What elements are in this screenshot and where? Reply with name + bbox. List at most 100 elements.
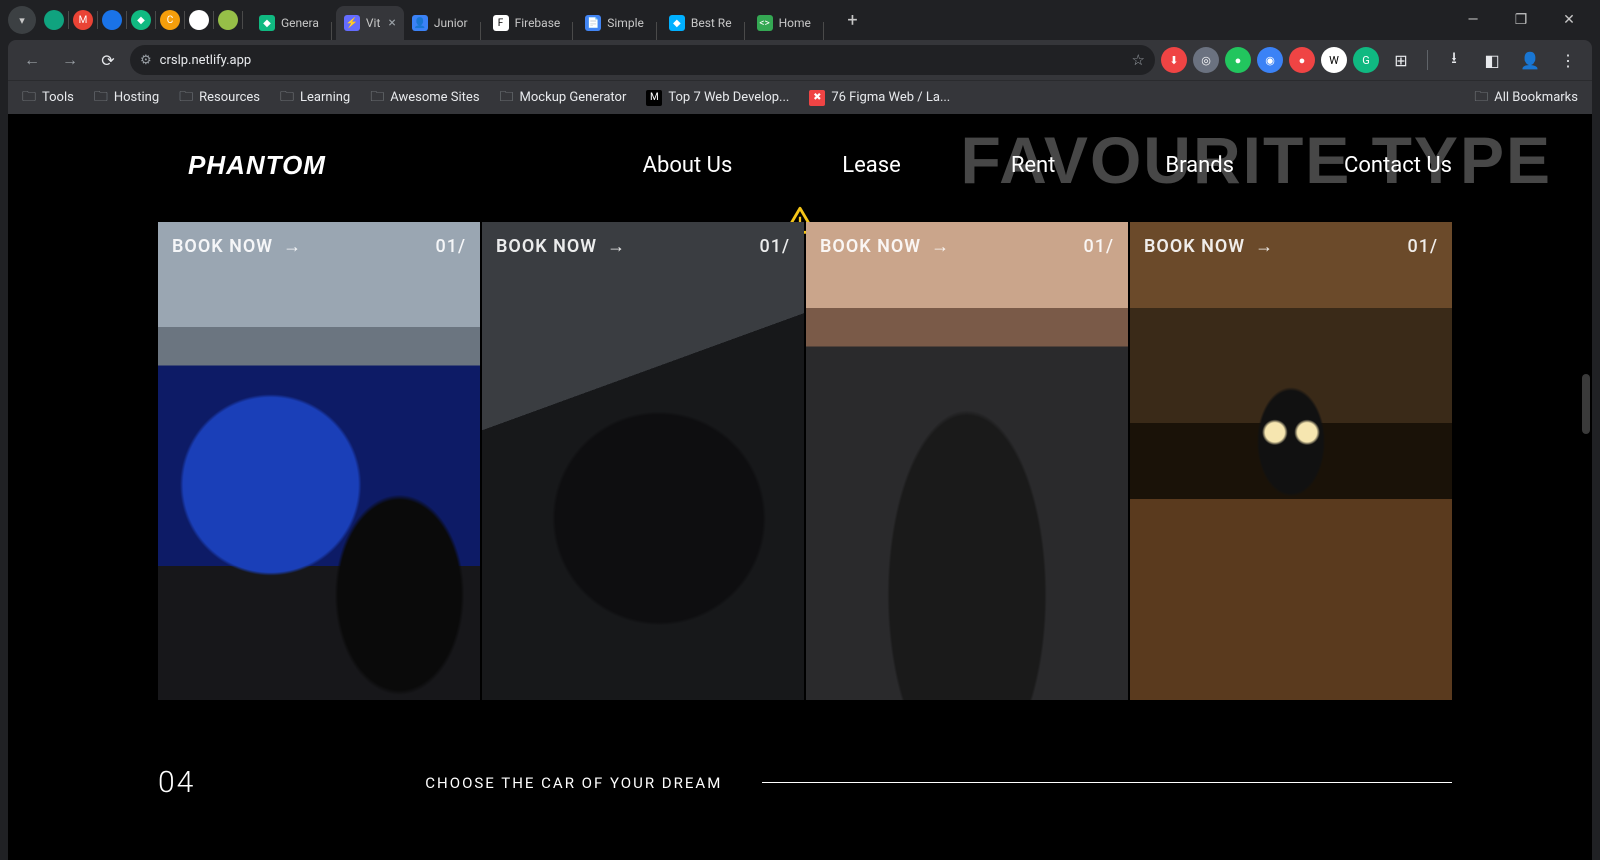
browser-tab[interactable]: ◆ Genera [251,6,327,40]
bookmark-label: Top 7 Web Develop... [668,90,789,105]
nav-link[interactable]: Lease [842,153,901,178]
tab-favicon: ⚡ [344,15,360,31]
tab-label: Vit [366,16,380,30]
window-maximize-button[interactable]: ❐ [1498,4,1544,36]
pinned-tab[interactable] [44,10,64,30]
bookmark-label: Tools [42,90,74,105]
tab-close-icon[interactable]: × [388,15,395,31]
tab-separator [823,22,824,40]
url-text: crslp.netlify.app [160,53,1124,68]
car-card[interactable]: BOOK NOW→01/ [482,222,804,700]
car-image [158,222,480,700]
nav-link[interactable]: Contact Us [1344,153,1452,178]
browser-toolbar: ← → ⟳ ⚙ crslp.netlify.app ☆ ⬇◎●◉●WG ⊞ ⭳ … [8,40,1592,80]
bookmark-item[interactable]: M Top 7 Web Develop... [638,86,797,110]
site-info-icon[interactable]: ⚙ [140,53,152,68]
tab-strip: ◆ Genera ⚡ Vit × 👤 Junior FFirebase📄Simple ◆Best… [247,0,835,40]
side-panel-button[interactable]: ◧ [1476,44,1508,76]
pinned-tab[interactable]: C [160,10,180,30]
browser-tab[interactable]: 📄Simple [577,6,652,40]
page-number: 04 [158,765,195,800]
tab-separator [213,11,214,29]
tab-favicon: ◆ [669,15,685,31]
browser-tab[interactable]: ▶02 - W [828,6,835,40]
pinned-tab[interactable] [218,10,238,30]
nav-reload-button[interactable]: ⟳ [92,44,124,76]
tab-favicon: <> [757,15,773,31]
extension-icon[interactable]: ● [1289,47,1315,73]
extension-icon[interactable]: ● [1225,47,1251,73]
bookmark-item[interactable]: 🗀Tools [14,82,82,114]
profile-avatar-button[interactable]: 👤 [1514,44,1546,76]
tab-label: Firebase [515,16,561,30]
card-index: 01/ [1084,236,1114,257]
downloads-button[interactable]: ⭳ [1438,44,1470,76]
tab-label: Simple [607,16,644,30]
card-header: BOOK NOW→01/ [1144,236,1438,257]
tab-separator [331,22,332,40]
bookmark-item[interactable]: 🗀Learning [272,82,358,114]
toolbar-separator [1427,50,1428,70]
tab-search-button[interactable]: ▾ [8,6,36,34]
nav-link[interactable]: Rent [1011,153,1056,178]
bookmark-item[interactable]: 🗀Awesome Sites [362,82,487,114]
bookmark-favicon: M [646,90,662,106]
bookmark-item[interactable]: 🗀 Hosting [86,82,167,114]
car-card-row: BOOK NOW→01/BOOK NOW→01/BOOK NOW→01/BOOK… [158,222,1452,700]
nav-link[interactable]: Brands [1165,153,1234,178]
new-tab-button[interactable]: + [839,6,867,34]
site-logo[interactable]: PHANTOM [188,150,326,181]
tab-separator [97,11,98,29]
extensions-button[interactable]: ⊞ [1385,44,1417,76]
folder-icon: 🗀 [94,86,108,110]
extension-icon[interactable]: G [1353,47,1379,73]
window-close-button[interactable]: ✕ [1546,4,1592,36]
car-card[interactable]: BOOK NOW→ 01/ [806,222,1128,700]
book-now-button[interactable]: BOOK NOW→ [172,236,302,257]
bookmark-favicon: ✖ [809,90,825,106]
window-minimize-button[interactable]: — [1450,4,1496,36]
chrome-menu-button[interactable]: ⋮ [1552,44,1584,76]
all-bookmarks-button[interactable]: 🗀 All Bookmarks [1466,82,1586,114]
bookmark-item[interactable]: ✖ 76 Figma Web / La... [801,86,958,110]
pinned-tab[interactable] [102,10,122,30]
browser-tab[interactable]: ◆Best Re [661,6,740,40]
scrollbar-thumb[interactable] [1582,374,1590,434]
pinned-tab[interactable]: ◆ [131,10,151,30]
page-viewport: FAVOURITE TYPE PHANTOM About UsLeaseRent… [8,114,1592,860]
browser-tab[interactable]: <>Home [749,6,819,40]
nav-back-button[interactable]: ← [16,44,48,76]
folder-icon: 🗀 [179,86,193,110]
tab-label: Junior [434,16,468,30]
extension-icon[interactable]: W [1321,47,1347,73]
bookmark-label: Hosting [114,90,159,105]
book-now-button[interactable]: BOOK NOW→ [1144,236,1274,257]
bookmark-label: 76 Figma Web / La... [831,90,950,105]
pinned-tab[interactable]: ◯ [189,10,209,30]
card-header: BOOK NOW→ 01/ [820,236,1114,257]
book-now-label: BOOK NOW [496,236,597,257]
tab-favicon: 👤 [412,15,428,31]
browser-tab[interactable]: FFirebase [485,6,569,40]
pinned-tab[interactable]: M [73,10,93,30]
car-card[interactable]: BOOK NOW→01/ [1130,222,1452,700]
tab-label: Genera [281,16,319,30]
address-bar[interactable]: ⚙ crslp.netlify.app ☆ [130,45,1155,75]
nav-forward-button[interactable]: → [54,44,86,76]
extension-icon[interactable]: ◎ [1193,47,1219,73]
book-now-button[interactable]: BOOK NOW→ [496,236,626,257]
tab-separator [126,11,127,29]
tab-favicon: ◆ [259,15,275,31]
browser-tab[interactable]: 👤 Junior [404,6,476,40]
tab-separator [656,22,657,40]
book-now-button[interactable]: BOOK NOW→ [820,236,950,257]
bookmark-item[interactable]: 🗀Resources [171,82,268,114]
book-now-label: BOOK NOW [820,236,921,257]
bookmark-item[interactable]: 🗀Mockup Generator [492,82,635,114]
car-card[interactable]: BOOK NOW→01/ [158,222,480,700]
bookmark-star-icon[interactable]: ☆ [1132,51,1145,69]
extension-icon[interactable]: ⬇ [1161,47,1187,73]
browser-tab[interactable]: ⚡ Vit × [336,6,404,40]
nav-link[interactable]: About Us [643,153,733,178]
extension-icon[interactable]: ◉ [1257,47,1283,73]
